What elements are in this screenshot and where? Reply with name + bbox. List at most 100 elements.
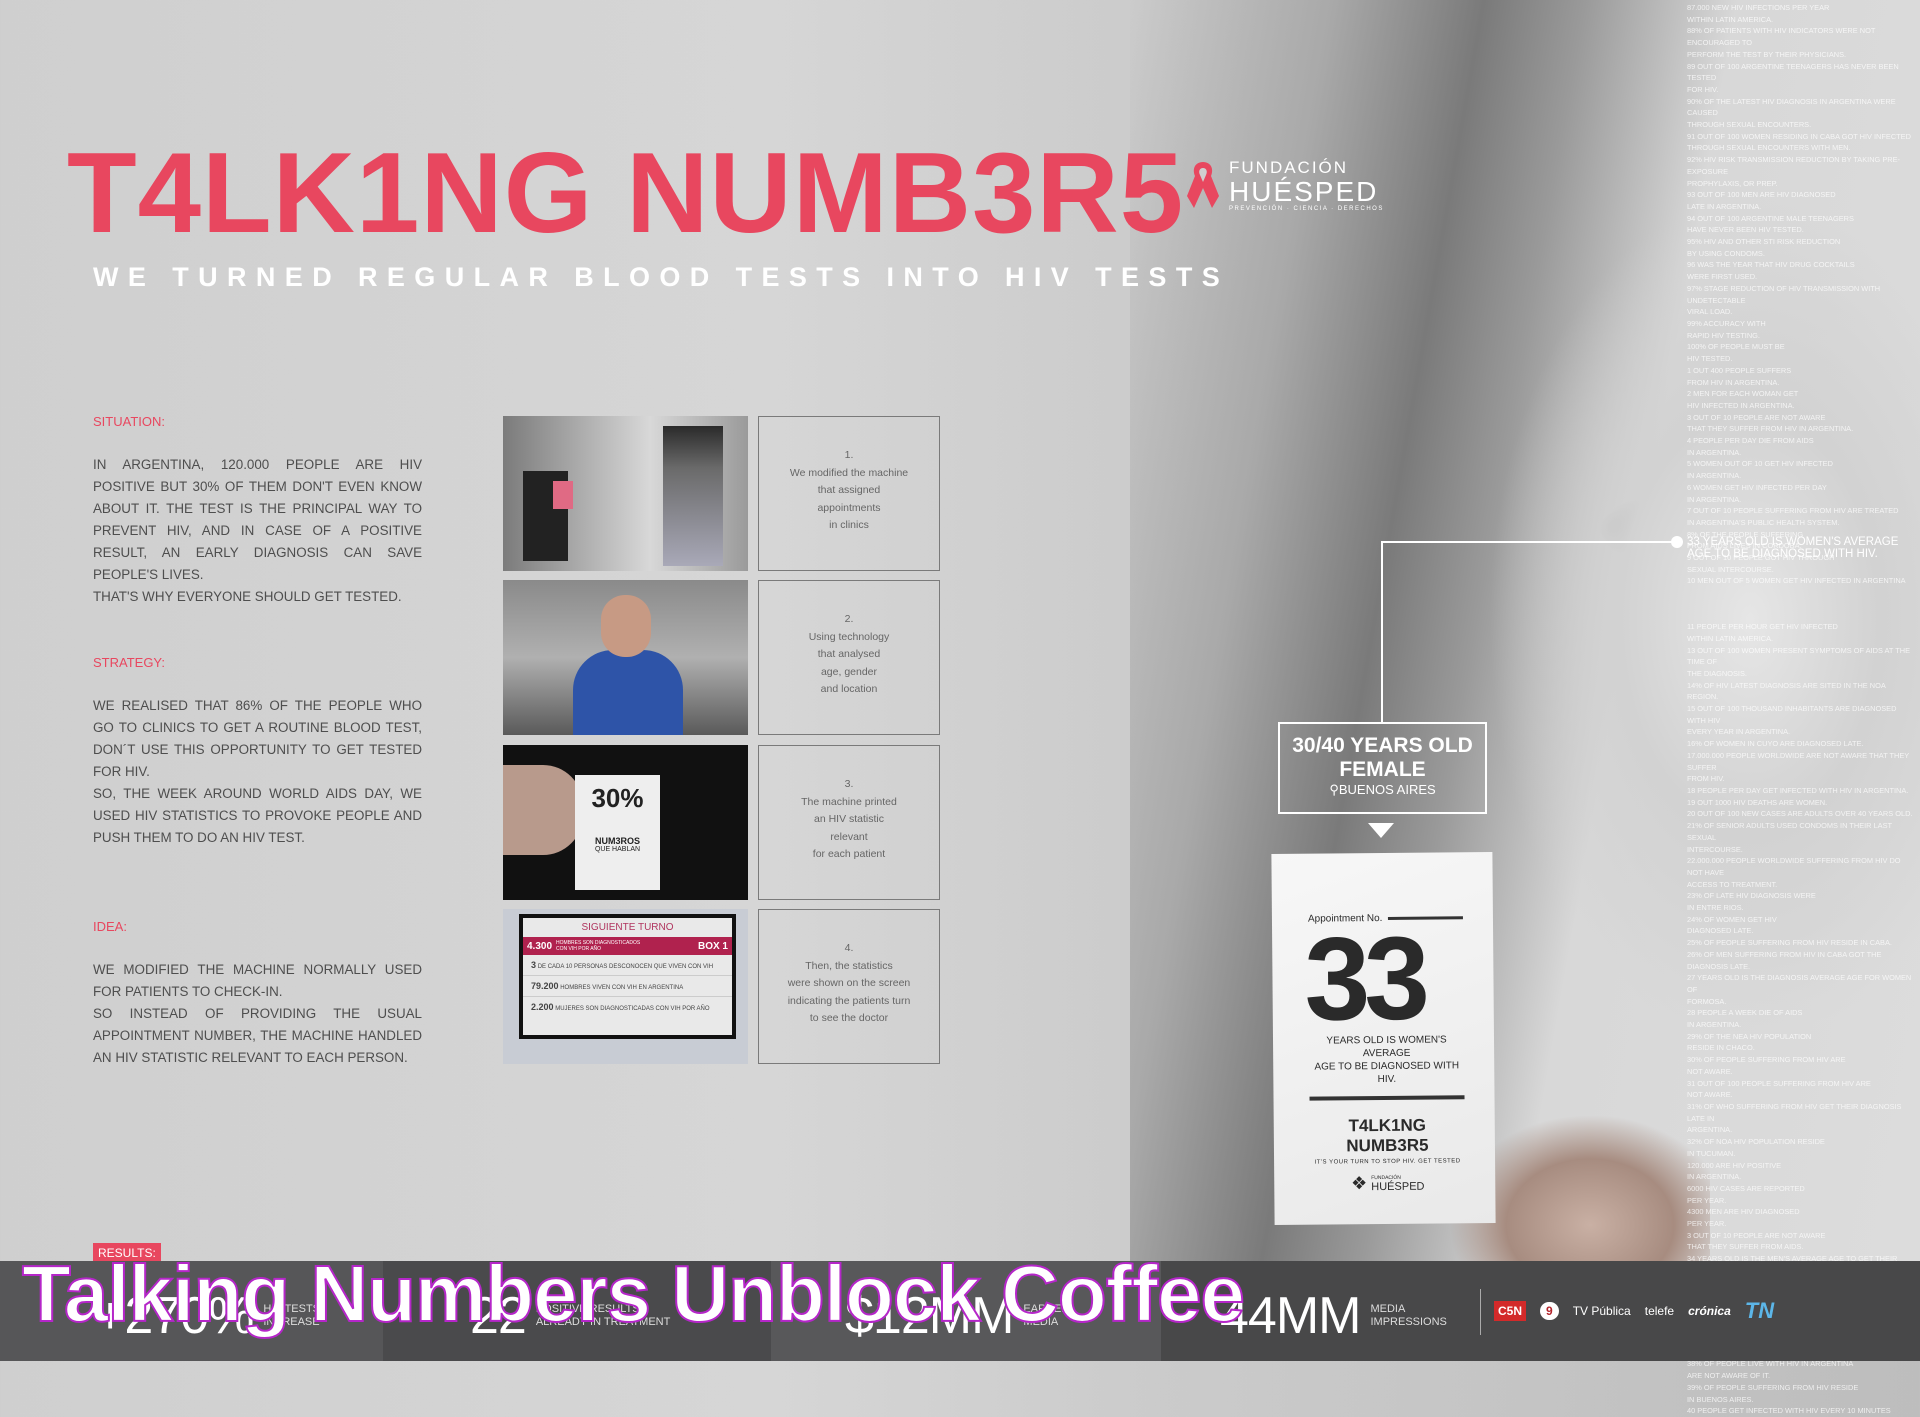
stat-line: ARGENTINA. — [1687, 1125, 1733, 1135]
stat-line: 3 OUT OF 10 PEOPLE ARE NOT AWARE — [1687, 412, 1826, 422]
stat-line: IN ARGENTINA. — [1687, 1172, 1742, 1182]
stat-line: 6000 HIV CASES ARE REPORTED — [1687, 1183, 1805, 1193]
bracket-bottom — [1278, 806, 1487, 814]
stat-line: 10 MEN OUT OF 5 WOMEN GET HIV INFECTED I… — [1687, 576, 1906, 586]
strategy-heading: STRATEGY: — [93, 655, 165, 670]
stat-line: IN ARGENTINA. — [1687, 1020, 1742, 1030]
stat-line: 24% OF WOMEN GET HIV — [1687, 914, 1777, 924]
stat-line: IN BUENOS AIRES. — [1687, 1394, 1754, 1404]
stat-line: FORMOSA. — [1687, 996, 1727, 1006]
stat-line: 3 OUT OF 10 PEOPLE ARE NOT AWARE — [1687, 1230, 1826, 1240]
stat-line: 99% ACCURACY WITH — [1687, 318, 1766, 328]
stat-line: 23% OF LATE HIV DIAGNOSIS WERE — [1687, 891, 1816, 901]
stat-line: PER YEAR. — [1687, 1195, 1727, 1205]
stat-line: 93 OUT OF 100 MEN ARE HIV DIAGNOSED — [1687, 190, 1836, 200]
stat-line: PER YEAR. — [1687, 1219, 1727, 1229]
stat-line: 5 WOMEN OUT OF 10 GET HIV INFECTED — [1687, 459, 1833, 469]
photo-ticket: 30% NUM3ROS QUE HABLAN — [503, 745, 748, 900]
stat-line: WITHIN LATIN AMERICA. — [1687, 633, 1774, 643]
stat-line: ACCESS TO TREATMENT. — [1687, 879, 1778, 889]
stat-line: IN TUCUMAN. — [1687, 1148, 1736, 1158]
stat-line: BY USING CONDOMS. — [1687, 248, 1765, 258]
stat-line: 13 OUT OF 100 WOMEN PRESENT SYMPTOMS OF … — [1687, 645, 1911, 667]
stat-line: HIV TESTED. — [1687, 354, 1733, 364]
logo-canal9: 9 — [1540, 1302, 1559, 1320]
stat-line: RAPID HIV TESTING. — [1687, 330, 1760, 340]
stat-line: IN ARGENTINA. — [1687, 447, 1742, 457]
stat-line: 14% OF HIV LATEST DIAGNOSIS ARE SITED IN… — [1687, 680, 1886, 702]
stat-line: 19 OUT 1000 HIV DEATHS ARE WOMEN. — [1687, 797, 1828, 807]
stat-line: 18 PEOPLE PER DAY GET INFECTED WITH HIV … — [1687, 786, 1909, 795]
logo-tn: TN — [1744, 1298, 1775, 1323]
stat-line: 95% HIV AND OTHER STI RISK REDUCTION — [1687, 237, 1841, 247]
stat-line: 97% STAGE REDUCTION OF HIV TRANSMISSION … — [1687, 283, 1881, 305]
stat-line: 40 PEOPLE GET INFECTED WITH HIV EVERY 10… — [1687, 1406, 1891, 1416]
highlighted-stat: 33 YEARS OLD IS WOMEN'S AVERAGE AGE TO B… — [1687, 536, 1899, 560]
stat-line: THE DIAGNOSIS. — [1687, 668, 1747, 678]
page-title: T4LK1NG NUMB3R5 — [67, 130, 1185, 257]
stat-line: DIAGNOSED LATE. — [1687, 926, 1754, 936]
stat-line: FROM HIV. — [1687, 774, 1725, 784]
stat-line: 30% OF PEOPLE SUFFERING FROM HIV ARE — [1687, 1055, 1846, 1065]
stat-line: 29% OF THE NEA HIV POPULATION — [1687, 1031, 1812, 1041]
stat-line: 6 WOMEN GET HIV INFECTED PER DAY — [1687, 482, 1827, 492]
stat-line: LATE IN ARGENTINA. — [1687, 201, 1762, 211]
page-subtitle: WE TURNED REGULAR BLOOD TESTS INTO HIV T… — [93, 262, 1230, 292]
stat-line: IN ARGENTINA'S PUBLIC HEALTH SYSTEM. — [1687, 517, 1840, 527]
stat-line: DIAGNOSIS LATE. — [1687, 961, 1751, 971]
stat-line: FOR HIV. — [1687, 84, 1719, 94]
stat-line: PERFORM THE TEST BY THEIR PHYSICIANS. — [1687, 49, 1847, 59]
hiv-stats-column: 87.000 NEW HIV INFECTIONS PER YEAR WITHIN… — [1687, 0, 1915, 1417]
stat-line: 120.000 ARE HIV POSITIVE — [1687, 1160, 1782, 1170]
overlay-caption: Talking Numbers Unblock Coffee — [21, 1248, 1246, 1339]
photo-kiosk — [503, 416, 748, 571]
stat-line: 15 OUT OF 100 THOUSAND INHABITANTS ARE D… — [1687, 704, 1897, 725]
idea-heading: IDEA: — [93, 919, 127, 934]
stat-line: VIRAL LOAD. — [1687, 307, 1733, 317]
stat-line: 16% OF WOMEN IN CUYO ARE DIAGNOSED LATE. — [1687, 739, 1864, 749]
arrow-down-icon — [1368, 823, 1394, 838]
stat-line: 31% OF WHO SUFFERING FROM HIV GET THEIR … — [1687, 1101, 1902, 1123]
stat-line: 31 OUT OF 100 PEOPLE SUFFERING FROM HIV … — [1687, 1078, 1871, 1088]
stat-line: 25% OF PEOPLE SUFFERING FROM HIV RESIDE … — [1687, 938, 1892, 948]
stat-line: IN ARGENTINA. — [1687, 494, 1742, 504]
stat-line: THAT THEY SUFFER FROM HIV IN ARGENTINA. — [1687, 424, 1854, 434]
logo-tv-publica: TV Pública — [1572, 1304, 1631, 1318]
stat-line: 39% OF PEOPLE SUFFERING FROM HIV RESIDE — [1687, 1382, 1859, 1392]
stat-line: 87.000 NEW HIV INFECTIONS PER YEAR — [1687, 3, 1830, 12]
stat-line: 28 PEOPLE A WEEK DIE OF AIDS — [1687, 1008, 1803, 1018]
step-box-2: 2. Using technology that analysed age, gend… — [758, 580, 940, 735]
stat-line: THROUGH SEXUAL ENCOUNTERS WITH MEN. — [1687, 143, 1851, 153]
stat-line: PROPHYLAXIS, OR PREP. — [1687, 178, 1778, 188]
photo-patient — [503, 580, 748, 735]
stat-line: 4300 MEN ARE HIV DIAGNOSED — [1687, 1207, 1800, 1217]
stat-line: 100% OF PEOPLE MUST BE — [1687, 342, 1785, 352]
stat-line: 88% OF PATIENTS WITH HIV INDICATORS WERE… — [1687, 26, 1876, 48]
stat-line: HAVE NEVER BEEN HIV TESTED. — [1687, 225, 1804, 235]
stat-line: NOT AWARE. — [1687, 1066, 1733, 1076]
media-logos: C5N 9 TV Pública telefe crónica TN — [1494, 1298, 1774, 1324]
stat-line: 22.000.000 PEOPLE WORLDWIDE SUFFERING FR… — [1687, 856, 1901, 877]
ribbon-icon — [1187, 162, 1219, 208]
step-box-4: 4. Then, the statistics were shown on the … — [758, 909, 940, 1064]
idea-body: WE MODIFIED THE MACHINE NORMALLY USED FO… — [93, 962, 422, 1065]
stat-line: 20 OUT OF 100 NEW CASES ARE ADULTS OVER … — [1687, 809, 1913, 819]
stat-line: THAT THEY SUFFER FROM AIDS. — [1687, 1242, 1804, 1252]
map-pin-icon: ⚲ — [1329, 782, 1339, 797]
stat-line: 89 OUT OF 100 ARGENTINE TEENAGERS HAS NE… — [1687, 61, 1899, 83]
stat-line: 7 OUT OF 10 PEOPLE SUFFERING FROM HIV AR… — [1687, 506, 1899, 516]
stat-line: NOT AWARE. — [1687, 1090, 1733, 1100]
stat-line: 4 PEOPLE PER DAY DIE FROM AIDS — [1687, 436, 1814, 446]
target-profile-bracket: 30/40 YEARS OLD FEMALE ⚲BUENOS AIRES — [1278, 722, 1487, 814]
stat-line: WERE FIRST USED. — [1687, 272, 1758, 282]
stat-line: 17.000.000 PEOPLE WORLDWIDE ARE NOT AWAR… — [1687, 750, 1910, 772]
stat-line: IN ENTRE RIOS. — [1687, 903, 1744, 913]
stat-line: 1 OUT 400 PEOPLE SUFFERS — [1687, 365, 1792, 375]
stat-line: SEXUAL INTERCOURSE. — [1687, 564, 1774, 574]
stat-line: 21% OF SENIOR ADULTS USED CONDOMS IN THE… — [1687, 821, 1892, 842]
stat-line: IN ARGENTINA. — [1687, 471, 1742, 481]
stat-line: INTERCOURSE. — [1687, 844, 1743, 854]
situation-body: IN ARGENTINA, 120.000 PEOPLE ARE HIV POS… — [93, 457, 422, 604]
stat-line: 27 YEARS OLD IS THE DIAGNOSIS AVERAGE AG… — [1687, 973, 1912, 994]
result-impressions: 44MM MEDIA IMPRESSIONS — [1220, 1287, 1447, 1345]
